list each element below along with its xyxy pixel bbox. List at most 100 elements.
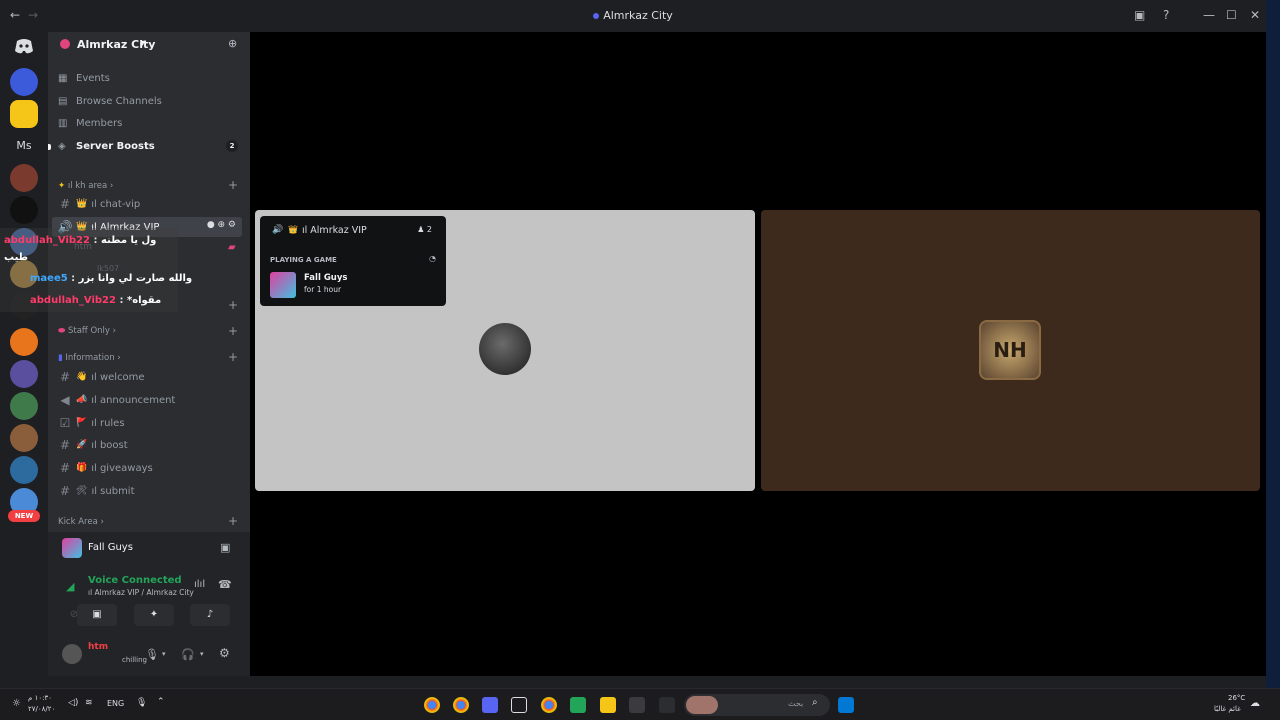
file-explorer-icon[interactable] [600,697,616,713]
boost-count-badge: 2 [226,140,238,152]
user-avatar[interactable] [62,644,82,664]
server-header[interactable]: Almrkaz City ▾ ⊕ [48,32,250,56]
chrome-icon-2[interactable] [453,697,469,713]
chevron-down-icon[interactable]: ▾ [162,650,166,658]
task-view-icon[interactable] [659,697,675,713]
language-indicator[interactable]: ENG [107,699,124,708]
inbox-icon[interactable]: ▣ [1134,8,1145,22]
add-channel-icon[interactable]: + [228,178,238,192]
maximize-icon[interactable]: ☐ [1226,8,1237,22]
help-icon[interactable]: ? [1163,8,1169,22]
channel-chat-vip[interactable]: # 👑 ıl chat-vip [52,194,242,214]
noise-suppression-icon[interactable]: ılıl [194,579,205,590]
screen-share-icon: ▣ [92,609,102,620]
members-icon: ▥ [58,117,68,129]
hashtag-icon: # [59,370,71,384]
add-channel-icon-5[interactable]: + [228,514,238,528]
soundboard-button[interactable]: ♪ [190,604,230,626]
channel-sidebar: Almrkaz City ▾ ⊕ ▦ Events ▤ Browse Channel… [48,32,250,676]
settings-gear-icon[interactable]: ⚙ [219,646,230,660]
chat-overlay: abdullah_Vib22 : ول يا مطنه طيب maee5 : … [0,228,192,312]
category-staff-only[interactable]: ⬬ Staff Only › [58,326,116,336]
server-icon-12[interactable] [10,424,38,452]
nav-server-boosts[interactable]: ◈ Server Boosts 2 [52,136,242,156]
screen-share-button[interactable]: ▣ [77,604,117,626]
share-activity-icon[interactable]: ▣ [220,541,230,554]
participant-avatar [479,323,531,375]
wifi-icon[interactable]: ≋ [85,698,93,708]
server-icon-2[interactable] [10,100,38,128]
server-icon-9[interactable] [10,328,38,356]
hashtag-icon: # [59,484,71,498]
channel-announcement[interactable]: ◀ 📣 ıl announcement [52,390,242,410]
boost-icon: ◈ [58,140,66,152]
server-icon-5[interactable] [10,196,38,224]
channel-rules[interactable]: ☑ 🚩 ıl rules [52,413,242,433]
windows-taskbar: ☼ ١٠:٣٠ م ٢٧/٠٨/٢٠ ◁) ≋ ENG 🎙 ⌃ بحث ⌕ 26… [0,688,1280,720]
discord-icon[interactable] [482,697,498,713]
server-icon-1[interactable] [10,68,38,96]
headphones-icon[interactable]: 🎧 [181,648,195,661]
channel-submit[interactable]: # 🛠 ıl submit [52,481,242,501]
add-channel-icon-3[interactable]: + [228,324,238,338]
minimize-icon[interactable]: — [1203,8,1215,22]
popup-channel-name: ıl Almrkaz VIP [302,225,367,236]
tray-chevron-icon[interactable]: ⌃ [157,697,165,707]
category-kick-area[interactable]: Kick Area › [58,517,104,527]
weather-desc: غائم غالبًا [1214,705,1241,713]
overlay-line-4: abdullah_Vib22 : *مقواه [30,295,162,306]
server-avatar-icon [60,39,70,49]
search-highlight-image [686,696,718,714]
windows-start-icon[interactable] [838,697,854,713]
nav-members[interactable]: ▥ Members [52,113,242,133]
channel-welcome[interactable]: # 👋 ıl welcome [52,367,242,387]
voice-connected-label: Voice Connected [88,575,182,586]
fall-guys-icon [62,538,82,558]
chevron-down-icon[interactable]: ▾ [200,650,204,658]
mic-tray-icon[interactable]: 🎙 [136,698,147,708]
invite-icon[interactable]: ⊕ [228,37,237,50]
nav-browse-channels[interactable]: ▤ Browse Channels [52,91,242,111]
server-ms[interactable]: Ms [10,132,38,160]
add-channel-icon-4[interactable]: + [228,350,238,364]
activities-button[interactable]: ✦ [134,604,174,626]
app-green-icon[interactable] [570,697,586,713]
calendar-icon: ▦ [58,72,68,84]
hashtag-icon: # [59,461,71,475]
store-icon[interactable] [629,697,645,713]
nav-events[interactable]: ▦ Events [52,68,242,88]
disconnect-icon[interactable]: ☎ [218,578,232,591]
new-badge: NEW [8,510,40,522]
discord-home-icon[interactable] [10,32,38,60]
volume-icon[interactable]: ◁) [68,698,78,708]
hashtag-icon: # [59,197,71,211]
chrome-icon[interactable] [424,697,440,713]
server-icon-4[interactable] [10,164,38,192]
chrome-icon-3[interactable] [541,697,557,713]
participant-avatar-nh: NH [979,320,1041,380]
hashtag-icon: # [59,438,71,452]
speaker-icon: 🔊 [272,225,284,235]
server-icon-10[interactable] [10,360,38,388]
signal-icon: ◢ [66,580,75,593]
add-channel-icon-2[interactable]: + [228,298,238,312]
channel-actions-icons[interactable]: ● ⊕ ⚙ [207,220,236,230]
capcut-icon[interactable] [511,697,527,713]
channel-boost[interactable]: # 🚀 ıl boost [52,435,242,455]
close-icon[interactable]: ✕ [1250,8,1260,22]
category-information[interactable]: ▮ Information › [58,353,121,363]
server-list: Ms NEW [0,32,48,672]
channel-giveaways[interactable]: # 🎁 ıl giveaways [52,458,242,478]
voice-channel-path[interactable]: ıl Almrkaz VIP / Almrkaz City [88,588,194,597]
unread-indicator [48,144,51,150]
category-kh-area[interactable]: ✦ ıl kh area › [58,181,113,191]
weather-icon[interactable]: ☼ [12,698,21,709]
weather-cloud-icon[interactable]: ☁ [1250,698,1260,709]
microphone-icon[interactable]: 🎙 [145,648,159,661]
taskbar-search[interactable]: بحث ⌕ [684,694,830,716]
weather-temp: 26°C [1228,694,1246,702]
participant-tile-lk507[interactable]: NH [761,210,1260,491]
server-icon-13[interactable] [10,456,38,484]
server-icon-11[interactable] [10,392,38,420]
popup-game-name: Fall Guys [304,273,348,283]
